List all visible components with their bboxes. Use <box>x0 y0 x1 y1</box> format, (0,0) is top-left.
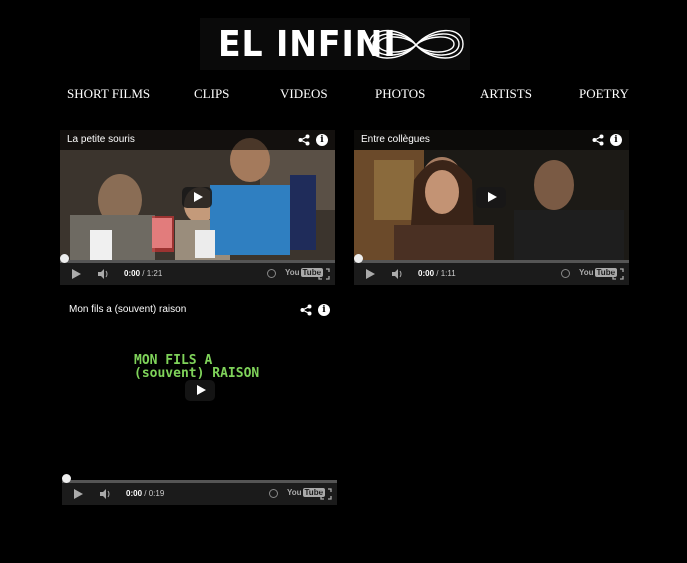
control-play-icon[interactable] <box>366 269 375 279</box>
time-display: 0:00 / 1:11 <box>418 269 456 278</box>
video-player-entre-collegues[interactable]: Entre collègues i 0:00 / 1:11 You Tube <box>354 130 629 285</box>
share-icon[interactable] <box>300 304 312 316</box>
nav-artists[interactable]: ARTISTS <box>480 86 532 102</box>
title-card-line-2: (souvent) RAISON <box>134 366 260 381</box>
info-icon[interactable]: i <box>610 134 622 146</box>
nav-poetry[interactable]: POETRY <box>579 86 629 102</box>
control-play-icon[interactable] <box>74 489 83 499</box>
scrubber-handle[interactable] <box>354 254 363 263</box>
volume-icon[interactable] <box>100 489 111 499</box>
fullscreen-icon[interactable] <box>320 488 332 500</box>
main-nav: SHORT FILMS CLIPS VIDEOS PHOTOS ARTISTS … <box>0 86 687 104</box>
progress-bar[interactable] <box>60 254 335 263</box>
nav-short-films[interactable]: SHORT FILMS <box>67 86 150 102</box>
player-controls: 0:00 / 0:19 You Tube <box>62 474 337 505</box>
video-player-mon-fils[interactable]: Mon fils a (souvent) raison i MON FILS A… <box>62 300 337 505</box>
nav-photos[interactable]: PHOTOS <box>375 86 425 102</box>
settings-icon[interactable] <box>267 269 276 278</box>
time-display: 0:00 / 1:21 <box>124 269 163 278</box>
scrubber-handle[interactable] <box>62 474 71 483</box>
nav-videos[interactable]: VIDEOS <box>280 86 328 102</box>
video-title-bar: Entre collègues i <box>354 130 629 150</box>
info-icon[interactable]: i <box>318 304 330 316</box>
infinity-logo-icon <box>368 29 464 59</box>
video-player-la-petite-souris[interactable]: La petite souris i 0:00 / 1:21 You Tube <box>60 130 335 285</box>
video-title[interactable]: La petite souris <box>67 134 135 145</box>
share-icon[interactable] <box>592 134 604 146</box>
player-controls: 0:00 / 1:21 You Tube <box>60 254 335 285</box>
share-icon[interactable] <box>298 134 310 146</box>
time-display: 0:00 / 0:19 <box>126 489 165 498</box>
video-title[interactable]: Mon fils a (souvent) raison <box>69 304 186 315</box>
volume-icon[interactable] <box>392 269 403 279</box>
play-button[interactable] <box>182 187 212 208</box>
video-title-bar: La petite souris i <box>60 130 335 150</box>
progress-bar[interactable] <box>62 474 337 483</box>
video-title-card: MON FILS A (souvent) RAISON <box>134 354 259 380</box>
fullscreen-icon[interactable] <box>318 268 330 280</box>
site-logo[interactable]: EL INFINI <box>200 18 470 70</box>
volume-icon[interactable] <box>98 269 109 279</box>
control-play-icon[interactable] <box>72 269 81 279</box>
nav-clips[interactable]: CLIPS <box>194 86 229 102</box>
fullscreen-icon[interactable] <box>612 268 624 280</box>
settings-icon[interactable] <box>561 269 570 278</box>
progress-bar[interactable] <box>354 254 629 263</box>
info-icon[interactable]: i <box>316 134 328 146</box>
play-button[interactable] <box>476 187 506 208</box>
video-title[interactable]: Entre collègues <box>361 134 430 145</box>
video-title-bar: Mon fils a (souvent) raison i <box>62 300 337 320</box>
settings-icon[interactable] <box>269 489 278 498</box>
scrubber-handle[interactable] <box>60 254 69 263</box>
play-button[interactable] <box>185 380 215 401</box>
player-controls: 0:00 / 1:11 You Tube <box>354 254 629 285</box>
